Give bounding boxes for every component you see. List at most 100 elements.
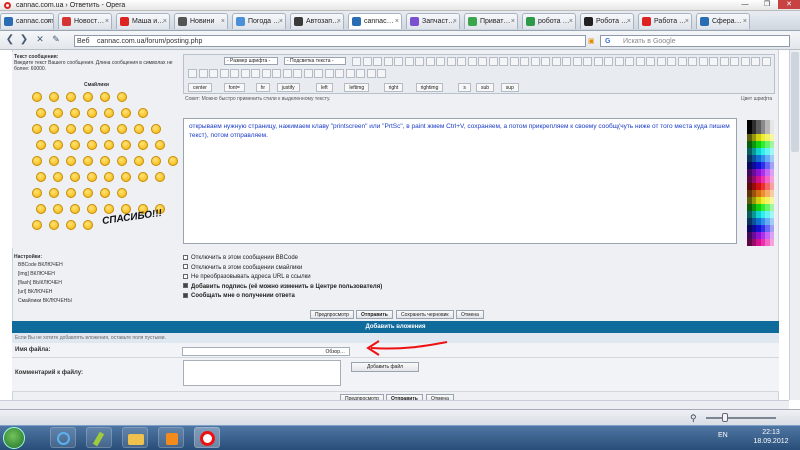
toolbar-icon[interactable] — [314, 69, 323, 78]
folder-icon[interactable] — [122, 427, 148, 448]
smiley-icon[interactable] — [53, 140, 63, 150]
toolbar-icon[interactable] — [345, 69, 355, 78]
smiley-icon[interactable] — [49, 92, 59, 102]
language-indicator[interactable]: EN — [718, 432, 728, 439]
smiley-icon[interactable] — [53, 108, 63, 118]
back-icon[interactable]: ❮ — [4, 34, 16, 45]
tab-4[interactable]: Погода … × — [232, 13, 286, 29]
option-row[interactable]: Отключить в этом сообщении BBCode — [183, 254, 463, 264]
tab-6[interactable]: cannac… × — [348, 13, 402, 29]
tab-close-icon[interactable]: × — [395, 14, 399, 29]
toolbar-icon[interactable] — [520, 57, 529, 66]
palette-swatch[interactable] — [769, 162, 774, 169]
toolbar-icon[interactable] — [499, 57, 508, 66]
toolbar-icon[interactable] — [425, 57, 435, 66]
smiley-icon[interactable] — [83, 156, 93, 166]
toolbar-icon[interactable] — [625, 57, 634, 66]
palette-swatch[interactable] — [769, 134, 774, 141]
smiley-icon[interactable] — [66, 220, 76, 230]
smiley-icon[interactable] — [151, 124, 161, 134]
palette-swatch[interactable] — [769, 232, 774, 239]
smiley-icon[interactable] — [100, 188, 110, 198]
smiley-icon[interactable] — [121, 108, 131, 118]
toolbar-icon[interactable] — [293, 69, 302, 78]
edit-icon[interactable]: ✎ — [50, 34, 62, 45]
toolbar-icon[interactable] — [530, 57, 540, 66]
smiley-icon[interactable] — [117, 156, 127, 166]
toolbar-icon[interactable] — [188, 69, 197, 78]
smiley-icon[interactable] — [66, 92, 76, 102]
toolbar-icon[interactable] — [541, 57, 550, 66]
toolbar-icon[interactable] — [667, 57, 676, 66]
tab-close-icon[interactable]: × — [743, 14, 747, 29]
preview-button[interactable]: Предпросмотр — [310, 310, 354, 319]
tab-close-icon[interactable]: × — [627, 14, 631, 29]
tab-close-icon[interactable]: × — [685, 14, 689, 29]
smiley-icon[interactable] — [151, 156, 161, 166]
toolbar-icon[interactable] — [761, 57, 771, 66]
toolbar-icon[interactable] — [593, 57, 603, 66]
tag-button-sub[interactable]: sub — [476, 83, 495, 92]
palette-swatch[interactable] — [769, 127, 774, 134]
toolbar-icon[interactable] — [740, 57, 750, 66]
option-checkbox[interactable] — [183, 292, 188, 298]
smiley-icon[interactable] — [104, 204, 114, 214]
tag-button-s[interactable]: s — [458, 83, 471, 92]
tab-close-icon[interactable]: × — [453, 14, 457, 29]
smiley-icon[interactable] — [36, 140, 46, 150]
smiley-icon[interactable] — [49, 156, 59, 166]
toolbar-icon[interactable] — [677, 57, 687, 66]
toolbar-icon[interactable] — [272, 69, 281, 78]
smiley-icon[interactable] — [53, 172, 63, 182]
smiley-icon[interactable] — [155, 140, 165, 150]
ie-icon[interactable] — [50, 427, 76, 448]
tab-close-icon[interactable]: × — [163, 14, 167, 29]
tab-9[interactable]: робота … × — [522, 13, 576, 29]
tab-close-icon[interactable]: × — [569, 14, 573, 29]
smiley-icon[interactable] — [32, 220, 42, 230]
smiley-icon[interactable] — [87, 204, 97, 214]
tab-7[interactable]: Запчаст… × — [406, 13, 460, 29]
toolbar-icon[interactable] — [604, 57, 613, 66]
smiley-icon[interactable] — [70, 172, 80, 182]
vertical-scrollbar[interactable] — [789, 50, 800, 400]
smiley-icon[interactable] — [134, 124, 144, 134]
submit-button[interactable]: Отправить — [356, 310, 393, 319]
option-checkbox[interactable] — [183, 283, 188, 289]
toolbar-icon[interactable] — [324, 69, 334, 78]
message-textarea[interactable]: открываем нужную страницу, нажимаем клав… — [183, 118, 737, 244]
browse-button[interactable]: Обзор… — [326, 349, 345, 355]
smiley-icon[interactable] — [87, 140, 97, 150]
zoom-icon[interactable]: ⚲ — [690, 413, 697, 424]
rss-icon[interactable]: ▣ — [588, 37, 595, 45]
smiley-icon[interactable] — [49, 188, 59, 198]
toolbar-icon[interactable] — [614, 57, 624, 66]
cancel-button[interactable]: Отмена — [456, 310, 484, 319]
stop-icon[interactable]: ✕ — [34, 34, 46, 45]
toolbar-icon[interactable] — [562, 57, 571, 66]
tab-2[interactable]: Маша и… × — [116, 13, 170, 29]
scroll-thumb[interactable] — [791, 52, 799, 152]
file-input[interactable]: Обзор… — [182, 347, 350, 356]
close-button[interactable]: ✕ — [778, 0, 800, 9]
url-field[interactable]: Веб cannac.com.ua/forum/posting.php — [74, 35, 586, 47]
smiley-icon[interactable] — [32, 188, 42, 198]
smiley-icon[interactable] — [49, 124, 59, 134]
tab-close-icon[interactable]: × — [47, 14, 51, 29]
palette-swatch[interactable] — [769, 225, 774, 232]
tab-close-icon[interactable]: × — [279, 14, 283, 29]
smiley-icon[interactable] — [104, 108, 114, 118]
palette-swatch[interactable] — [769, 176, 774, 183]
toolbar-icon[interactable] — [362, 57, 372, 66]
palette-swatch[interactable] — [769, 218, 774, 225]
toolbar-icon[interactable] — [240, 69, 250, 78]
file-comment-textarea[interactable] — [183, 360, 341, 386]
smiley-icon[interactable] — [70, 108, 80, 118]
toolbar-icon[interactable] — [457, 57, 466, 66]
smiley-icon[interactable] — [134, 156, 144, 166]
palette-swatch[interactable] — [769, 169, 774, 176]
smiley-icon[interactable] — [36, 108, 46, 118]
toolbar-icon[interactable] — [282, 69, 292, 78]
tag-button-font[interactable]: font= — [223, 83, 245, 92]
option-row[interactable]: Сообщать мне о получении ответа — [183, 292, 463, 302]
